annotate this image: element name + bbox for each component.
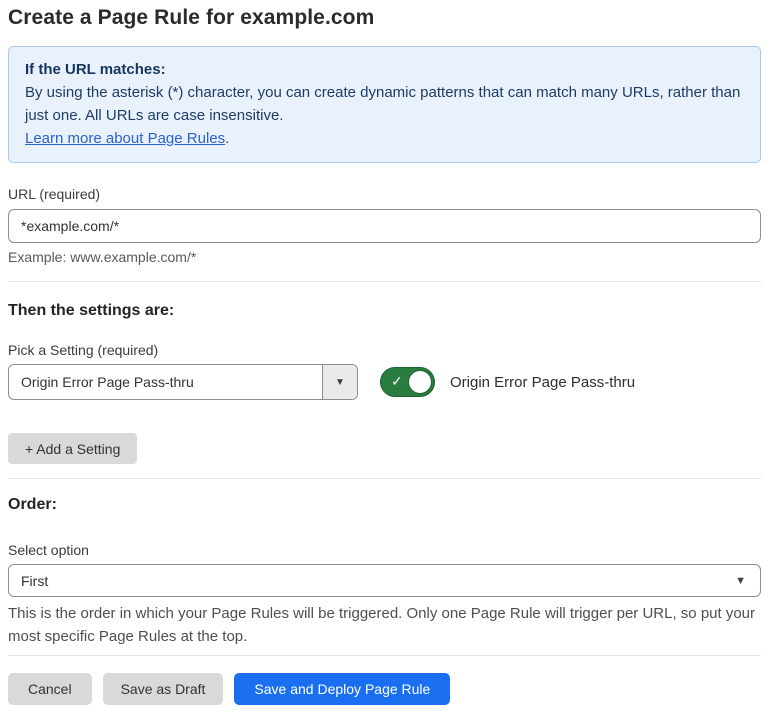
settings-section-heading: Then the settings are: bbox=[8, 302, 175, 319]
origin-error-toggle[interactable]: ✓ bbox=[380, 367, 435, 397]
pick-setting-label: Pick a Setting (required) bbox=[8, 342, 159, 358]
url-match-info-box: If the URL matches: By using the asteris… bbox=[8, 46, 761, 163]
add-setting-button[interactable]: + Add a Setting bbox=[8, 433, 138, 464]
url-example-helper: Example: www.example.com/* bbox=[8, 249, 197, 265]
toggle-label: Origin Error Page Pass-thru bbox=[450, 373, 636, 391]
setting-dropdown-arrow-button[interactable]: ▼ bbox=[322, 365, 357, 399]
create-page-rule-form: Create a Page Rule for example.com If th… bbox=[0, 0, 770, 719]
chevron-down-icon: ▼ bbox=[735, 574, 746, 587]
setting-dropdown-value: Origin Error Page Pass-thru bbox=[21, 374, 194, 390]
info-box-body: By using the asterisk (*) character, you… bbox=[25, 84, 741, 124]
setting-row: Origin Error Page Pass-thru ▼ ✓ Origin E… bbox=[8, 364, 761, 400]
divider bbox=[8, 655, 761, 656]
link-suffix: . bbox=[225, 130, 230, 147]
setting-dropdown[interactable]: Origin Error Page Pass-thru ▼ bbox=[8, 364, 358, 400]
footer-actions: Cancel Save as Draft Save and Deploy Pag… bbox=[8, 673, 761, 705]
divider bbox=[8, 478, 761, 479]
order-select[interactable]: First ▼ bbox=[8, 564, 761, 597]
divider bbox=[8, 281, 761, 282]
page-title: Create a Page Rule for example.com bbox=[8, 6, 375, 29]
info-box-heading: If the URL matches: bbox=[25, 61, 166, 78]
toggle-knob bbox=[408, 370, 432, 394]
learn-more-link[interactable]: Learn more about Page Rules bbox=[25, 130, 225, 147]
save-as-draft-button[interactable]: Save as Draft bbox=[102, 673, 224, 705]
url-field-label: URL (required) bbox=[8, 186, 101, 202]
order-helper-text: This is the order in which your Page Rul… bbox=[8, 605, 756, 645]
order-section-heading: Order: bbox=[8, 496, 57, 513]
save-and-deploy-button[interactable]: Save and Deploy Page Rule bbox=[234, 673, 451, 705]
cancel-button[interactable]: Cancel bbox=[8, 673, 92, 705]
chevron-down-icon: ▼ bbox=[335, 376, 345, 388]
info-box-link-line: Learn more about Page Rules. bbox=[25, 127, 744, 150]
url-input[interactable] bbox=[8, 209, 761, 243]
check-icon: ✓ bbox=[391, 373, 403, 390]
order-select-value: First bbox=[21, 572, 49, 589]
select-option-label: Select option bbox=[8, 542, 89, 558]
